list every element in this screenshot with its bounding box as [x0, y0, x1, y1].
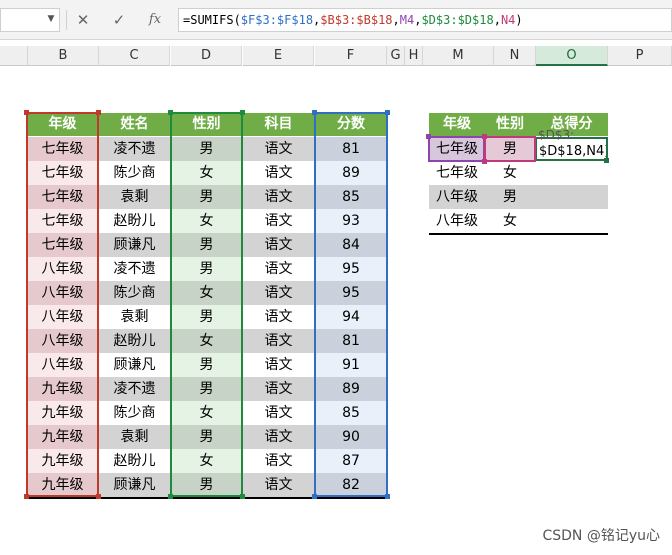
column-header-g[interactable]: G — [387, 46, 405, 66]
formula-part: $D$3:$D$18 — [421, 13, 494, 27]
formula-input[interactable]: =SUMIFS($F$3:$F$18,$B$3:$B$18,M4,$D$3:$D… — [178, 8, 672, 32]
range-handle[interactable] — [168, 110, 173, 115]
select-all-corner[interactable] — [0, 46, 28, 66]
summary-header-cell: 性别 — [485, 113, 535, 136]
enter-check-icon[interactable]: ✓ — [108, 10, 130, 30]
main-table-cell[interactable]: 袁剩 — [99, 185, 170, 209]
summary-cell[interactable]: 八年级 — [429, 185, 485, 209]
range-handle[interactable] — [426, 134, 431, 139]
summary-cell[interactable]: 七年级 — [429, 161, 485, 185]
fill-handle[interactable] — [604, 158, 609, 163]
summary-cell[interactable] — [535, 185, 608, 209]
column-header-f[interactable]: F — [315, 46, 387, 66]
range-handle[interactable] — [24, 110, 29, 115]
range-handle[interactable] — [24, 494, 29, 499]
main-table-bottom-border — [27, 497, 387, 499]
main-table-cell[interactable]: 凌不遗 — [99, 377, 170, 401]
column-header-h[interactable]: H — [405, 46, 423, 66]
column-header-e[interactable]: E — [243, 46, 314, 66]
insert-function-button[interactable]: fx — [144, 10, 166, 30]
main-table-cell[interactable]: 语文 — [243, 137, 314, 161]
range-handle[interactable] — [96, 110, 101, 115]
range-highlight-score — [314, 112, 388, 497]
main-table-cell[interactable]: 陈少商 — [99, 281, 170, 305]
summary-cell[interactable]: 女 — [485, 209, 535, 233]
range-handle[interactable] — [240, 494, 245, 499]
main-table-cell[interactable]: 语文 — [243, 185, 314, 209]
range-handle[interactable] — [482, 159, 487, 164]
name-box-dropdown-icon[interactable]: ▼ — [45, 13, 57, 25]
main-table-cell[interactable]: 语文 — [243, 377, 314, 401]
main-table-cell[interactable]: 语文 — [243, 425, 314, 449]
range-handle[interactable] — [240, 110, 245, 115]
range-handle[interactable] — [482, 134, 487, 139]
main-table-cell[interactable]: 顾谦凡 — [99, 353, 170, 377]
main-table-cell[interactable]: 陈少商 — [99, 161, 170, 185]
main-table-cell[interactable]: 语文 — [243, 401, 314, 425]
main-table-cell[interactable]: 赵盼儿 — [99, 449, 170, 473]
column-header-d[interactable]: D — [171, 46, 242, 66]
range-handle[interactable] — [96, 494, 101, 499]
main-table-cell[interactable]: 语文 — [243, 209, 314, 233]
active-cell-overflow-text: $D$3: — [538, 130, 575, 140]
main-table-cell[interactable]: 语文 — [243, 161, 314, 185]
main-table-cell[interactable]: 凌不遗 — [99, 257, 170, 281]
summary-cell[interactable]: 八年级 — [429, 209, 485, 233]
column-header-c[interactable]: C — [99, 46, 170, 66]
main-table-cell[interactable]: 顾谦凡 — [99, 233, 170, 257]
formula-part: , — [392, 13, 400, 27]
formula-part: M4 — [399, 13, 415, 27]
main-table-cell[interactable]: 语文 — [243, 281, 314, 305]
formula-part: N4 — [500, 13, 516, 27]
main-table-cell[interactable]: 语文 — [243, 329, 314, 353]
formula-part: , — [493, 13, 501, 27]
column-header-b[interactable]: B — [28, 46, 99, 66]
ref-highlight-n4 — [484, 136, 536, 162]
summary-cell[interactable]: 男 — [485, 185, 535, 209]
summary-cell[interactable] — [535, 209, 608, 233]
column-header-m[interactable]: M — [423, 46, 494, 66]
range-handle[interactable] — [312, 110, 317, 115]
main-table-cell[interactable]: 袁剩 — [99, 305, 170, 329]
cancel-x-icon[interactable]: ✕ — [72, 10, 94, 30]
range-handle[interactable] — [385, 494, 390, 499]
summary-table-bottom-border — [429, 233, 608, 235]
range-handle[interactable] — [385, 110, 390, 115]
main-table-cell[interactable]: 语文 — [243, 353, 314, 377]
range-handle[interactable] — [168, 494, 173, 499]
main-table-cell[interactable]: 语文 — [243, 449, 314, 473]
column-header-o[interactable]: O — [536, 46, 608, 66]
main-table-cell[interactable]: 赵盼儿 — [99, 329, 170, 353]
main-table-cell[interactable]: 语文 — [243, 233, 314, 257]
range-highlight-grade — [26, 112, 99, 497]
main-table-cell[interactable]: 语文 — [243, 305, 314, 329]
formula-bar-separator — [66, 10, 67, 30]
watermark: CSDN @铭记yu心 — [542, 528, 660, 544]
column-header-n[interactable]: N — [494, 46, 536, 66]
main-table-cell[interactable]: 语文 — [243, 257, 314, 281]
summary-cell[interactable]: 女 — [485, 161, 535, 185]
main-table-cell[interactable]: 顾谦凡 — [99, 473, 170, 497]
range-highlight-gender — [170, 112, 243, 497]
formula-part: ) — [515, 13, 523, 27]
main-table-cell[interactable]: 赵盼儿 — [99, 209, 170, 233]
summary-header-cell: 年级 — [429, 113, 485, 136]
range-handle[interactable] — [312, 494, 317, 499]
summary-cell[interactable] — [535, 161, 608, 185]
main-table-cell[interactable]: 凌不遗 — [99, 137, 170, 161]
main-table-cell[interactable]: 语文 — [243, 473, 314, 497]
formula-part: $F$3:$F$18 — [240, 13, 314, 27]
main-header-cell: 科目 — [243, 113, 314, 136]
formula-part: =SUMIFS( — [183, 13, 241, 27]
main-header-cell: 姓名 — [99, 113, 170, 136]
main-table-cell[interactable]: 陈少商 — [99, 401, 170, 425]
active-cell-o4[interactable]: $D$18,N4) — [535, 137, 608, 161]
ref-highlight-m4 — [428, 136, 485, 162]
main-table-cell[interactable]: 袁剩 — [99, 425, 170, 449]
formula-part: $B$3:$B$18 — [320, 13, 393, 27]
column-header-p[interactable]: P — [608, 46, 672, 66]
